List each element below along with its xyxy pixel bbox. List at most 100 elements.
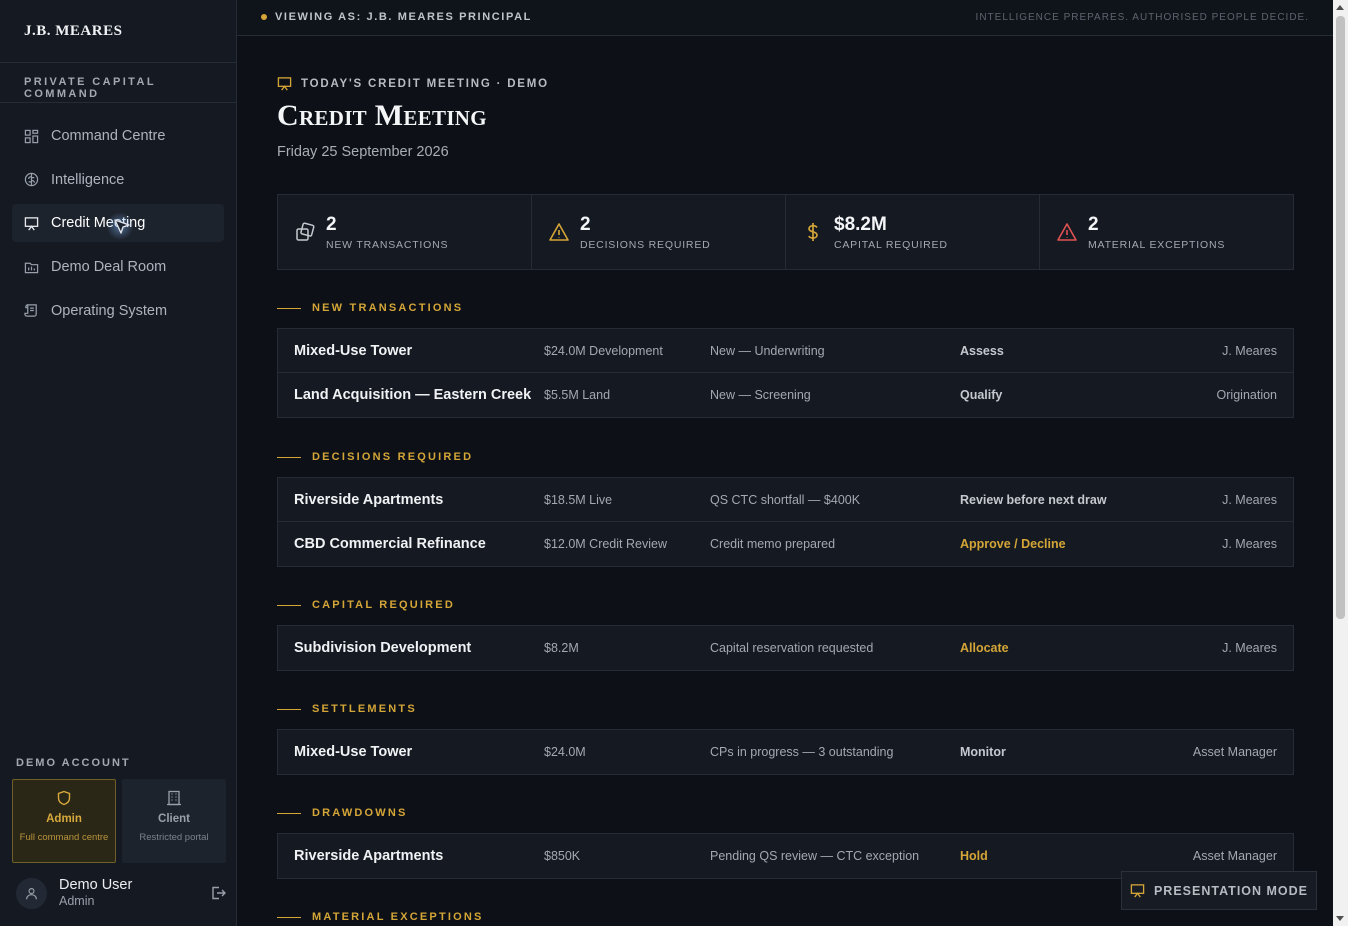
section-title: MATERIAL EXCEPTIONS (312, 911, 484, 923)
deal-name: Mixed-Use Tower (294, 744, 413, 760)
role-name: Admin (46, 813, 82, 825)
deal-action[interactable]: Approve / Decline (960, 537, 1160, 551)
deal-amount: $850K (544, 849, 581, 863)
presentation-icon (1130, 884, 1145, 898)
deal-amount: $18.5M Live (544, 492, 613, 507)
table-row[interactable]: Mixed-Use Tower $24.0M CPs in progress —… (278, 730, 1293, 774)
mouse-cursor-icon (114, 219, 130, 234)
sidebar: J.B. MEARES PRIVATE CAPITAL COMMAND Comm… (0, 0, 237, 926)
section-table-decisions-required: Riverside Apartments $18.5M Live QS CTC … (277, 477, 1294, 567)
deal-owner: J. Meares (1222, 492, 1277, 507)
deal-action[interactable]: Monitor (960, 745, 1160, 759)
role-admin-button[interactable]: Admin Full command centre (12, 779, 116, 863)
deal-amount: $24.0M (544, 745, 586, 759)
deal-status: Capital reservation requested (710, 641, 874, 655)
section-header-new-transactions: NEW TRANSACTIONS (277, 302, 463, 314)
stat-value: $8.2M (834, 213, 887, 235)
deal-action[interactable]: Hold (960, 849, 1160, 863)
deal-owner: Asset Manager (1192, 745, 1277, 759)
stat-value: 2 (326, 213, 337, 235)
deal-owner: Asset Manager (1192, 849, 1277, 863)
scrollbar-thumb[interactable] (1336, 16, 1345, 619)
section-title: DRAWDOWNS (312, 807, 408, 819)
deal-owner: Origination (1216, 388, 1277, 402)
deal-action[interactable]: Qualify (960, 388, 1160, 402)
sidebar-item-label: Command Centre (51, 128, 166, 144)
presentation-mode-button[interactable]: PRESENTATION MODE (1121, 871, 1317, 910)
section-header-capital-required: CAPITAL REQUIRED (277, 599, 455, 611)
table-row[interactable]: CBD Commercial Refinance $12.0M Credit R… (278, 522, 1293, 566)
sidebar-item-label: Demo Deal Room (51, 259, 167, 276)
user-profile: Demo User Admin (16, 876, 226, 910)
viewing-as-text: VIEWING AS: J.B. MEARES PRINCIPAL (275, 11, 532, 23)
building-icon (167, 790, 181, 806)
deal-owner: J. Meares (1222, 641, 1277, 655)
dashboard-icon (24, 129, 39, 143)
table-row[interactable]: Mixed-Use Tower $24.0M Development New —… (278, 329, 1293, 373)
logout-icon[interactable] (210, 885, 226, 901)
demo-account-label: DEMO ACCOUNT (16, 757, 131, 769)
section-header-drawdowns: DRAWDOWNS (277, 807, 408, 819)
stat-label: MATERIAL EXCEPTIONS (1088, 238, 1226, 251)
stat-label: CAPITAL REQUIRED (834, 238, 948, 251)
deal-action[interactable]: Assess (960, 344, 1160, 358)
stat-label: DECISIONS REQUIRED (580, 238, 711, 251)
status-dot-icon (261, 14, 267, 20)
app-subtitle: PRIVATE CAPITAL COMMAND (0, 63, 236, 103)
brand-logo[interactable]: J.B. MEARES (0, 0, 236, 63)
brain-icon (24, 172, 39, 187)
stat-new-transactions[interactable]: 2 NEW TRANSACTIONS (278, 195, 532, 269)
page-title: Credit Meeting (277, 99, 487, 132)
stat-value: 2 (580, 213, 591, 235)
table-row[interactable]: Land Acquisition — Eastern Creek $5.5M L… (278, 373, 1293, 417)
deal-status: Pending QS review — CTC exception (710, 849, 920, 863)
deal-amount: $12.0M Credit Review (544, 537, 667, 551)
tagline: INTELLIGENCE PREPARES. AUTHORISED PEOPLE… (975, 12, 1309, 23)
scroll-up-icon[interactable] (1336, 5, 1344, 10)
stat-value: 2 (1088, 213, 1099, 235)
deal-action[interactable]: Allocate (960, 641, 1160, 655)
deal-name: Subdivision Development (294, 640, 472, 656)
deal-amount: $8.2M (544, 641, 579, 655)
role-description: Full command centre (19, 832, 109, 843)
stat-capital-required[interactable]: $8.2M CAPITAL REQUIRED (786, 195, 1040, 269)
sidebar-item-intelligence[interactable]: Intelligence (12, 161, 224, 199)
deal-action[interactable]: Review before next draw (960, 493, 1160, 507)
sidebar-item-label: Intelligence (51, 171, 125, 188)
top-bar: VIEWING AS: J.B. MEARES PRINCIPAL INTELL… (237, 0, 1333, 36)
deal-status: QS CTC shortfall — $400K (710, 492, 861, 507)
scroll-down-icon[interactable] (1336, 916, 1344, 921)
table-row[interactable]: Riverside Apartments $18.5M Live QS CTC … (278, 478, 1293, 522)
role-description: Restricted portal (139, 832, 209, 843)
meeting-date: Friday 25 September 2026 (277, 144, 449, 160)
avatar (16, 877, 47, 909)
section-table-new-transactions: Mixed-Use Tower $24.0M Development New —… (277, 328, 1294, 418)
dollar-icon (808, 223, 818, 241)
deal-name: Mixed-Use Tower (294, 342, 413, 359)
deal-amount: $24.0M Development (544, 343, 663, 358)
deal-name: Riverside Apartments (294, 848, 444, 864)
user-role: Admin (59, 894, 95, 908)
section-table-settlements: Mixed-Use Tower $24.0M CPs in progress —… (277, 729, 1294, 775)
stat-decisions-required[interactable]: 2 DECISIONS REQUIRED (532, 195, 786, 269)
deal-name: CBD Commercial Refinance (294, 536, 486, 552)
viewing-as-indicator: VIEWING AS: J.B. MEARES PRINCIPAL (261, 11, 532, 23)
alert-icon (1057, 223, 1077, 241)
sidebar-item-operating-system[interactable]: Operating System (12, 292, 224, 330)
role-name: Client (158, 813, 190, 825)
stat-material-exceptions[interactable]: 2 MATERIAL EXCEPTIONS (1040, 195, 1293, 269)
section-title: NEW TRANSACTIONS (312, 302, 464, 314)
table-row[interactable]: Subdivision Development $8.2M Capital re… (278, 626, 1293, 670)
section-header-material-exceptions: MATERIAL EXCEPTIONS (277, 911, 484, 923)
folder-icon (24, 262, 39, 273)
deal-owner: J. Meares (1222, 343, 1277, 358)
warning-icon (549, 223, 569, 241)
sidebar-item-command-centre[interactable]: Command Centre (12, 117, 224, 155)
deal-status: CPs in progress — 3 outstanding (710, 745, 894, 759)
deal-status: New — Screening (710, 388, 811, 402)
deal-name: Riverside Apartments (294, 491, 444, 508)
vertical-scrollbar[interactable] (1333, 0, 1348, 926)
sidebar-item-demo-deal-room[interactable]: Demo Deal Room (12, 248, 224, 286)
role-client-button[interactable]: Client Restricted portal (122, 779, 226, 863)
section-title: SETTLEMENTS (312, 703, 417, 715)
